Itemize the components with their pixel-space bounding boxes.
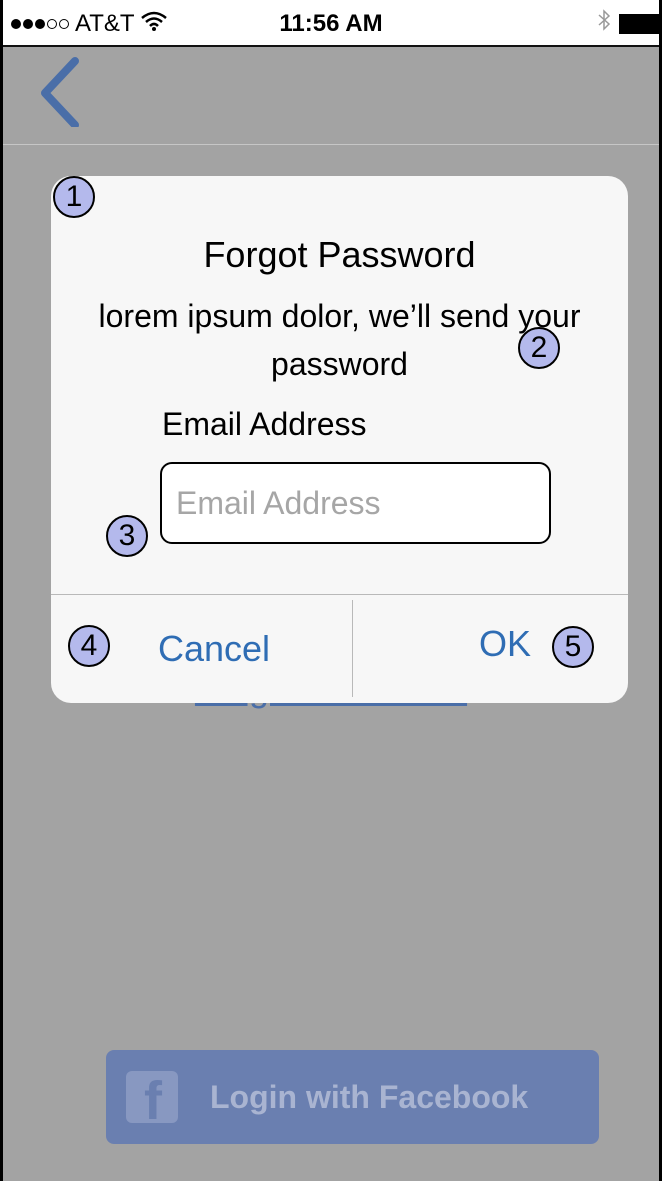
- battery-icon: [619, 13, 659, 34]
- cancel-button-label: Cancel: [157, 628, 271, 669]
- status-right: [597, 8, 659, 39]
- phone-screen: AT&T 11:56 AM f Login with Facebook Forg…: [0, 0, 662, 1181]
- annotation-marker-2: 2: [518, 327, 560, 369]
- dialog-title: Forgot Password: [203, 234, 476, 275]
- annotation-marker-4: 4: [68, 625, 110, 667]
- annotation-marker-5: 5: [552, 626, 594, 668]
- facebook-login-button[interactable]: f Login with Facebook: [106, 1050, 599, 1144]
- status-bar: AT&T 11:56 AM: [3, 0, 659, 47]
- navigation-bar: [3, 47, 659, 145]
- chevron-left-icon[interactable]: [37, 57, 81, 132]
- facebook-login-label: Login with Facebook: [210, 1078, 529, 1115]
- annotation-marker-3: 3: [106, 515, 148, 557]
- forgot-password-dialog: Forgot Password lorem ipsum dolor, we’ll…: [51, 176, 628, 703]
- bluetooth-icon: [597, 8, 611, 39]
- email-field[interactable]: [160, 462, 551, 544]
- status-time: 11:56 AM: [279, 10, 383, 37]
- annotation-marker-1: 1: [53, 176, 95, 218]
- facebook-icon: f: [126, 1071, 178, 1123]
- email-field-label: Email Address: [162, 406, 367, 442]
- ok-button-label: OK: [479, 623, 532, 664]
